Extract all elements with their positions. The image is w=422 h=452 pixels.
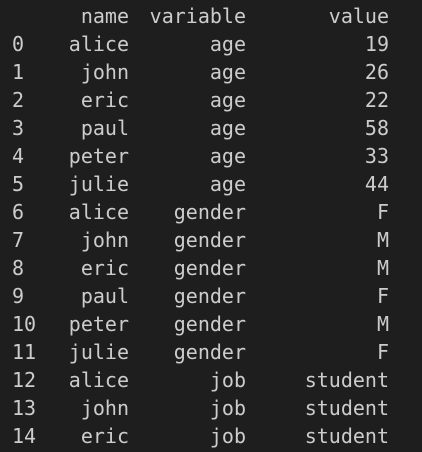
cell-variable: gender xyxy=(173,228,246,252)
cell-name: eric xyxy=(80,256,129,280)
cell-variable: age xyxy=(209,88,246,112)
cell-name: alice xyxy=(68,200,129,224)
cell-value: student xyxy=(304,368,389,392)
row-index: 0 xyxy=(12,32,25,56)
row-index: 14 xyxy=(12,424,37,448)
cell-variable: gender xyxy=(173,200,246,224)
table-row: 2 eric age 22 xyxy=(0,86,422,114)
cell-value: 44 xyxy=(364,172,389,196)
cell-variable: gender xyxy=(173,284,246,308)
column-header-name: name xyxy=(80,4,129,28)
row-index: 10 xyxy=(12,312,37,336)
cell-value: 19 xyxy=(364,32,389,56)
cell-value: F xyxy=(376,284,389,308)
row-index: 7 xyxy=(12,228,25,252)
table-row: 14 eric job student xyxy=(0,422,422,450)
row-index: 12 xyxy=(12,368,37,392)
cell-variable: gender xyxy=(173,312,246,336)
cell-name: eric xyxy=(80,88,129,112)
cell-value: student xyxy=(304,424,389,448)
row-index: 4 xyxy=(12,144,25,168)
table-row: 13 john job student xyxy=(0,394,422,422)
table-row: 11 julie gender F xyxy=(0,338,422,366)
cell-variable: job xyxy=(209,368,246,392)
cell-value: F xyxy=(376,340,389,364)
cell-name: john xyxy=(80,228,129,252)
cell-name: peter xyxy=(68,144,129,168)
cell-name: john xyxy=(80,396,129,420)
table-row: 4 peter age 33 xyxy=(0,142,422,170)
cell-value: M xyxy=(376,256,389,280)
cell-name: john xyxy=(80,60,129,84)
cell-name: paul xyxy=(80,116,129,140)
cell-name: peter xyxy=(68,312,129,336)
cell-variable: job xyxy=(209,396,246,420)
column-header-value: value xyxy=(328,4,389,28)
row-index: 2 xyxy=(12,88,25,112)
cell-value: student xyxy=(304,396,389,420)
cell-variable: age xyxy=(209,32,246,56)
cell-value: 33 xyxy=(364,144,389,168)
cell-value: M xyxy=(376,228,389,252)
cell-variable: age xyxy=(209,60,246,84)
cell-variable: age xyxy=(209,144,246,168)
cell-variable: job xyxy=(209,424,246,448)
row-index: 11 xyxy=(12,340,37,364)
cell-name: paul xyxy=(80,284,129,308)
cell-variable: age xyxy=(209,172,246,196)
table-row: 0 alice age 19 xyxy=(0,30,422,58)
table-row: 5 julie age 44 xyxy=(0,170,422,198)
cell-value: 26 xyxy=(364,60,389,84)
cell-value: F xyxy=(376,200,389,224)
dataframe-output: name variable value 0 alice age 19 1 john age 2… xyxy=(0,0,422,452)
cell-variable: gender xyxy=(173,340,246,364)
cell-name: eric xyxy=(80,424,129,448)
table-row: 6 alice gender F xyxy=(0,198,422,226)
row-index: 13 xyxy=(12,396,37,420)
table-row: 7 john gender M xyxy=(0,226,422,254)
row-index: 8 xyxy=(12,256,25,280)
cell-value: 58 xyxy=(364,116,389,140)
cell-name: julie xyxy=(68,172,129,196)
table-row: 1 john age 26 xyxy=(0,58,422,86)
cell-name: alice xyxy=(68,32,129,56)
cell-value: M xyxy=(376,312,389,336)
table-row: 8 eric gender M xyxy=(0,254,422,282)
cell-variable: age xyxy=(209,116,246,140)
cell-name: julie xyxy=(68,340,129,364)
row-index: 3 xyxy=(12,116,25,140)
row-index: 6 xyxy=(12,200,25,224)
table-row: 10 peter gender M xyxy=(0,310,422,338)
row-index: 5 xyxy=(12,172,25,196)
cell-variable: gender xyxy=(173,256,246,280)
table-row: 9 paul gender F xyxy=(0,282,422,310)
column-header-variable: variable xyxy=(149,4,246,28)
header-row: name variable value xyxy=(0,2,422,30)
table-row: 12 alice job student xyxy=(0,366,422,394)
cell-name: alice xyxy=(68,368,129,392)
cell-value: 22 xyxy=(364,88,389,112)
table-row: 3 paul age 58 xyxy=(0,114,422,142)
row-index: 9 xyxy=(12,284,25,308)
row-index: 1 xyxy=(12,60,25,84)
